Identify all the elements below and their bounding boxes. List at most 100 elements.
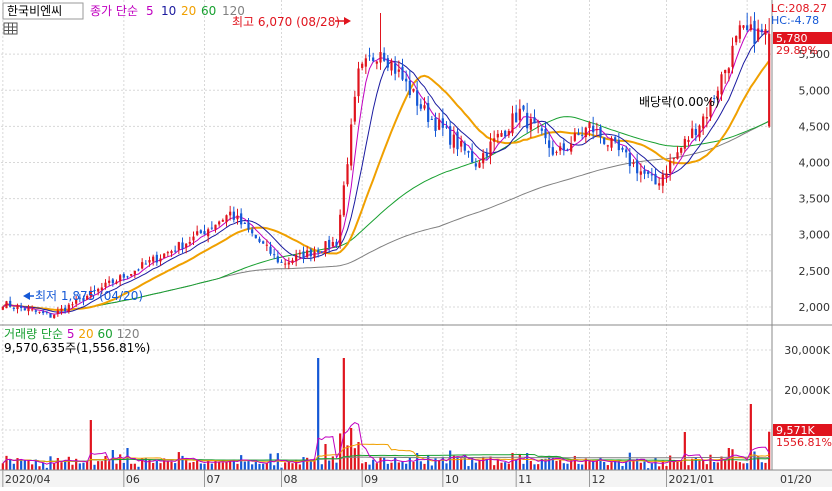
low-annotation: 최저 1,875 (04/20) bbox=[35, 289, 143, 303]
volume-bar bbox=[507, 463, 510, 470]
candle-body bbox=[603, 137, 606, 144]
candle-body bbox=[331, 242, 334, 247]
candle-body bbox=[445, 126, 448, 128]
candle-body bbox=[177, 242, 180, 250]
volume-bar bbox=[324, 444, 327, 470]
candle-body bbox=[144, 263, 147, 265]
candle-body bbox=[210, 227, 213, 229]
candle-body bbox=[53, 314, 56, 318]
candle-body bbox=[705, 116, 708, 119]
candle-body bbox=[419, 104, 422, 109]
volume-bar bbox=[166, 460, 169, 470]
volume-bar bbox=[537, 464, 540, 470]
candle-body bbox=[342, 185, 345, 216]
volume-bar bbox=[108, 461, 111, 470]
candle-body bbox=[375, 61, 378, 64]
candle-body bbox=[467, 151, 470, 153]
volume-bar bbox=[357, 442, 360, 470]
price-tick-label: 5,000 bbox=[799, 84, 831, 97]
volume-bar bbox=[53, 463, 56, 470]
volume-bar bbox=[467, 466, 470, 470]
candle-body bbox=[584, 127, 587, 137]
volume-bar bbox=[434, 458, 437, 470]
stock-chart[interactable]: 2,0002,5003,0003,5004,0004,5005,0005,500… bbox=[0, 0, 832, 487]
candle-body bbox=[390, 60, 393, 71]
candle-body bbox=[317, 250, 320, 253]
price-label: 종가 단순 bbox=[90, 4, 138, 18]
volume-bar bbox=[350, 428, 353, 470]
grid-settings-icon[interactable] bbox=[3, 22, 18, 35]
candle-body bbox=[163, 253, 166, 259]
candle-body bbox=[71, 304, 74, 306]
candle-body bbox=[401, 66, 404, 80]
last-volume-pct: 1556.81% bbox=[776, 436, 832, 449]
volume-bar bbox=[705, 464, 708, 470]
candle-body bbox=[621, 147, 624, 150]
volume-bar bbox=[405, 463, 408, 470]
volume-bar bbox=[489, 456, 492, 470]
candle-body bbox=[661, 174, 664, 186]
candle-body bbox=[658, 183, 661, 186]
ma5-legend: 5 bbox=[146, 4, 154, 18]
volume-bar bbox=[764, 462, 767, 470]
volume-bar bbox=[225, 461, 228, 470]
volume-bar bbox=[60, 462, 63, 470]
candle-body bbox=[643, 170, 646, 174]
candle-body bbox=[423, 105, 426, 109]
volume-bar bbox=[654, 457, 657, 470]
volume-tick-label: 20,000K bbox=[784, 384, 830, 397]
candle-body bbox=[760, 29, 763, 32]
candle-body bbox=[185, 243, 188, 248]
volume-bar bbox=[650, 463, 653, 470]
volume-bar bbox=[614, 460, 617, 470]
volume-bar bbox=[445, 463, 448, 470]
candle-body bbox=[757, 28, 760, 41]
volume-bar bbox=[680, 461, 683, 470]
volume-bar bbox=[687, 465, 690, 470]
candle-body bbox=[746, 25, 749, 31]
candle-body bbox=[346, 164, 349, 185]
candle-body bbox=[735, 36, 738, 43]
chart-background bbox=[0, 0, 832, 487]
volume-bar bbox=[386, 463, 389, 470]
volume-bar bbox=[328, 460, 331, 470]
candle-body bbox=[614, 137, 617, 142]
candle-body bbox=[16, 305, 19, 310]
volume-bar bbox=[71, 464, 74, 470]
candle-body bbox=[119, 275, 122, 282]
vol-ma20-legend: 20 bbox=[78, 327, 93, 341]
volume-bar bbox=[93, 464, 96, 470]
candle-body bbox=[12, 307, 15, 309]
volume-bar bbox=[581, 464, 584, 470]
volume-bar bbox=[170, 461, 173, 470]
candle-body bbox=[544, 129, 547, 139]
candle-body bbox=[273, 254, 276, 256]
stock-chart-window: 2,000 2,500 3,000 3,500 4,000 4,500 5,000 5,500… bbox=[0, 0, 832, 487]
ma20-legend: 20 bbox=[181, 4, 196, 18]
volume-bar bbox=[298, 464, 301, 470]
candle-body bbox=[214, 224, 217, 230]
candle-body bbox=[471, 150, 474, 163]
candle-body bbox=[533, 117, 536, 124]
candle-body bbox=[174, 250, 177, 252]
candle-body bbox=[650, 174, 653, 176]
volume-bar bbox=[493, 465, 496, 470]
candle-body bbox=[639, 171, 642, 175]
volume-bar bbox=[9, 459, 12, 470]
volume-bar bbox=[122, 462, 125, 470]
candle-body bbox=[518, 108, 521, 121]
candle-body bbox=[141, 262, 144, 269]
volume-bar bbox=[379, 456, 382, 470]
candle-body bbox=[529, 118, 532, 130]
time-tick-label: 08 bbox=[284, 473, 298, 486]
volume-bar bbox=[133, 463, 136, 470]
price-tick-label: 4,000 bbox=[799, 157, 831, 170]
candle-body bbox=[427, 103, 430, 122]
volume-bar bbox=[273, 465, 276, 470]
price-tick-label: 3,000 bbox=[799, 229, 831, 242]
candle-body bbox=[504, 130, 507, 137]
volume-bar bbox=[621, 465, 624, 470]
candle-body bbox=[526, 112, 529, 129]
candle-body bbox=[416, 90, 419, 106]
candle-body bbox=[221, 220, 224, 222]
